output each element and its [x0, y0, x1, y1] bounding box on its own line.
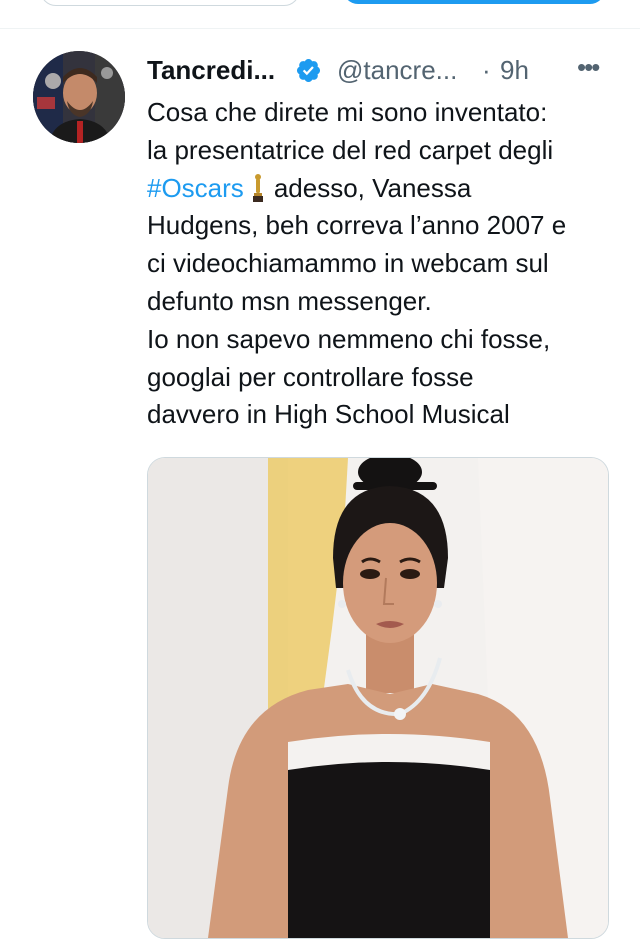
outline-pill-button[interactable]	[40, 0, 300, 6]
timestamp[interactable]: 9h	[500, 54, 529, 86]
divider	[0, 28, 640, 29]
author-handle[interactable]: @tancre...	[337, 54, 457, 86]
avatar[interactable]	[33, 51, 125, 143]
red-carpet-photo	[148, 458, 608, 938]
text-line: la presentatrice del red carpet degli	[147, 134, 554, 165]
verified-badge-icon	[296, 58, 321, 83]
filled-pill-button[interactable]	[343, 0, 605, 4]
tweet-header: Tancredi... @tancre... · 9h •••	[147, 54, 620, 86]
text-line: googlai per controllare fosse	[147, 361, 474, 392]
avatar-photo	[33, 51, 125, 143]
author-name[interactable]: Tancredi...	[147, 54, 275, 86]
text-line: Cosa che direte mi sono inventato:	[147, 97, 548, 127]
text-line: defunto msn messenger.	[147, 285, 432, 316]
text-line: Hudgens, beh correva l’anno 2007 e	[147, 210, 567, 241]
hashtag-link[interactable]: #Oscars	[147, 173, 244, 203]
text-line: ci videochiamammo in webcam sul	[147, 248, 549, 279]
more-options-icon[interactable]: •••	[577, 54, 613, 86]
separator-dot: ·	[482, 55, 491, 85]
text-line-with-hashtag: #Oscars adesso, Vanessa	[147, 170, 617, 208]
top-action-strip	[0, 0, 640, 10]
text-line: Io non sapevo nemmeno chi fosse,	[147, 323, 551, 354]
tweet-media-image[interactable]	[147, 457, 609, 939]
tweet-text: Cosa che direte mi sono inventato: la pr…	[147, 94, 617, 434]
text-fragment: adesso, Vanessa	[273, 172, 472, 203]
text-line: davvero in High School Musical	[147, 399, 510, 430]
oscar-statuette-icon	[252, 173, 263, 202]
